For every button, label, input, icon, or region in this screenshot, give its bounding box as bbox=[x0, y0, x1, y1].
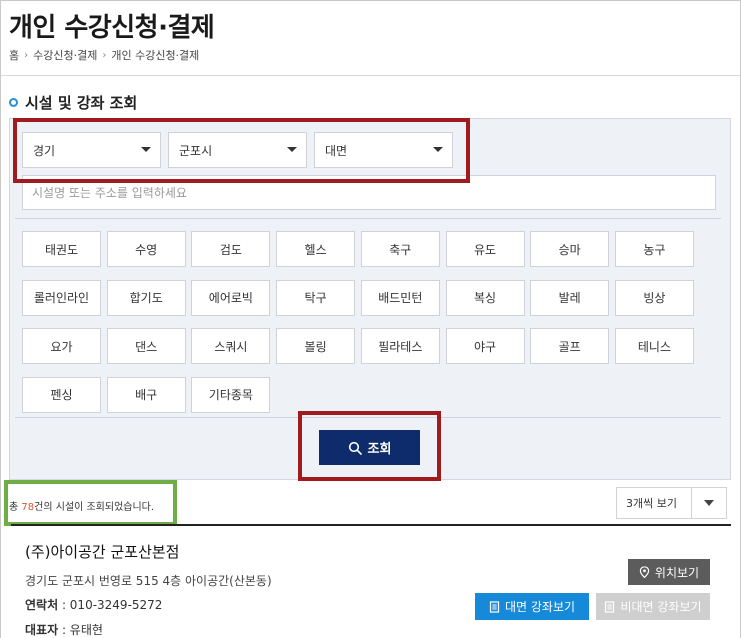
online-course-button[interactable]: 비대면 강좌보기 bbox=[596, 593, 710, 620]
sport-category-button[interactable]: 볼링 bbox=[276, 328, 356, 364]
sport-category-button[interactable]: 펜싱 bbox=[22, 376, 101, 413]
sport-category-button[interactable]: 골프 bbox=[530, 328, 610, 364]
document-icon bbox=[605, 600, 615, 613]
breadcrumb-current: 개인 수강신청·결제 bbox=[111, 49, 200, 62]
map-pin-icon bbox=[639, 566, 650, 578]
facility-representative: 대표자 : 유태현 bbox=[25, 623, 103, 637]
section-title-text: 시설 및 강좌 조회 bbox=[25, 94, 138, 112]
breadcrumb-home[interactable]: 홈 bbox=[9, 47, 19, 63]
address-search-placeholder: 시설명 또는 주소를 입력하세요 bbox=[32, 186, 187, 200]
chevron-right-icon: › bbox=[102, 49, 107, 61]
facility-address: 경기도 군포시 번영로 515 4층 아이공간(산본동) bbox=[25, 574, 272, 588]
document-icon bbox=[489, 600, 500, 613]
view-location-label: 위치보기 bbox=[654, 565, 700, 580]
offline-course-button[interactable]: 대면 강좌보기 bbox=[475, 593, 589, 620]
sport-category-button[interactable]: 복싱 bbox=[445, 279, 525, 316]
sport-category-button[interactable]: 승마 bbox=[530, 231, 610, 267]
facility-name[interactable]: (주)아이공간 군포산본점 bbox=[25, 541, 179, 562]
sport-category-button[interactable]: 테니스 bbox=[614, 328, 694, 364]
sport-category-button[interactable]: 합기도 bbox=[106, 279, 186, 316]
result-count: 총 78건의 시설이 조회되었습니다. bbox=[9, 502, 155, 513]
sport-category-button[interactable]: 스쿼시 bbox=[191, 328, 271, 364]
sport-category-button[interactable]: 빙상 bbox=[614, 279, 694, 316]
sport-category-button[interactable]: 발레 bbox=[530, 279, 610, 316]
caret-down-icon bbox=[704, 500, 714, 506]
online-course-label: 비대면 강좌보기 bbox=[620, 600, 702, 614]
sport-category-button[interactable]: 야구 bbox=[445, 328, 525, 364]
view-count-select[interactable]: 3개씩 보기 bbox=[616, 487, 727, 519]
highlight-box-search bbox=[298, 411, 441, 481]
sport-category-button[interactable]: 필라테스 bbox=[360, 328, 440, 364]
chevron-right-icon: › bbox=[24, 49, 29, 61]
sport-category-button[interactable]: 축구 bbox=[360, 231, 440, 267]
page-frame: 개인 수강신청·결제 홈 › 수강신청·결제 › 개인 수강신청·결제 시설 및… bbox=[0, 0, 741, 638]
page-title: 개인 수강신청·결제 bbox=[9, 13, 215, 43]
facility-contact: 연락처 : 010-3249-5272 bbox=[25, 598, 163, 612]
result-count-number: 78 bbox=[21, 502, 35, 513]
circle-bullet-icon bbox=[9, 98, 18, 107]
sport-category-button[interactable]: 태권도 bbox=[22, 231, 101, 267]
breadcrumb: 홈 › 수강신청·결제 › 개인 수강신청·결제 bbox=[9, 47, 199, 63]
sport-category-button[interactable]: 댄스 bbox=[106, 328, 186, 364]
section-title: 시설 및 강좌 조회 bbox=[9, 92, 137, 113]
sport-category-button[interactable]: 탁구 bbox=[276, 279, 356, 316]
view-count-value: 3개씩 보기 bbox=[626, 497, 677, 510]
sport-category-button[interactable]: 요가 bbox=[22, 328, 101, 364]
sport-category-button[interactable]: 에어로빅 bbox=[191, 279, 271, 316]
sport-category-button[interactable]: 수영 bbox=[106, 231, 186, 267]
highlight-box-filters bbox=[13, 118, 470, 183]
sport-category-button[interactable]: 검도 bbox=[191, 231, 271, 267]
sport-category-button[interactable]: 롤러인라인 bbox=[22, 279, 101, 316]
sport-category-button[interactable]: 배드민턴 bbox=[360, 279, 440, 316]
sport-category-button[interactable]: 유도 bbox=[445, 231, 525, 267]
breadcrumb-registration[interactable]: 수강신청·결제 bbox=[33, 47, 97, 63]
sport-category-button[interactable]: 기타종목 bbox=[191, 376, 271, 413]
title-divider bbox=[1, 75, 740, 76]
sport-category-button[interactable]: 배구 bbox=[106, 376, 186, 413]
offline-course-label: 대면 강좌보기 bbox=[504, 600, 576, 614]
result-divider bbox=[11, 524, 731, 526]
sport-category-button[interactable]: 헬스 bbox=[276, 231, 356, 267]
view-location-button[interactable]: 위치보기 bbox=[628, 559, 710, 585]
sport-category-button[interactable]: 농구 bbox=[614, 231, 694, 267]
panel-divider-top bbox=[15, 218, 721, 219]
